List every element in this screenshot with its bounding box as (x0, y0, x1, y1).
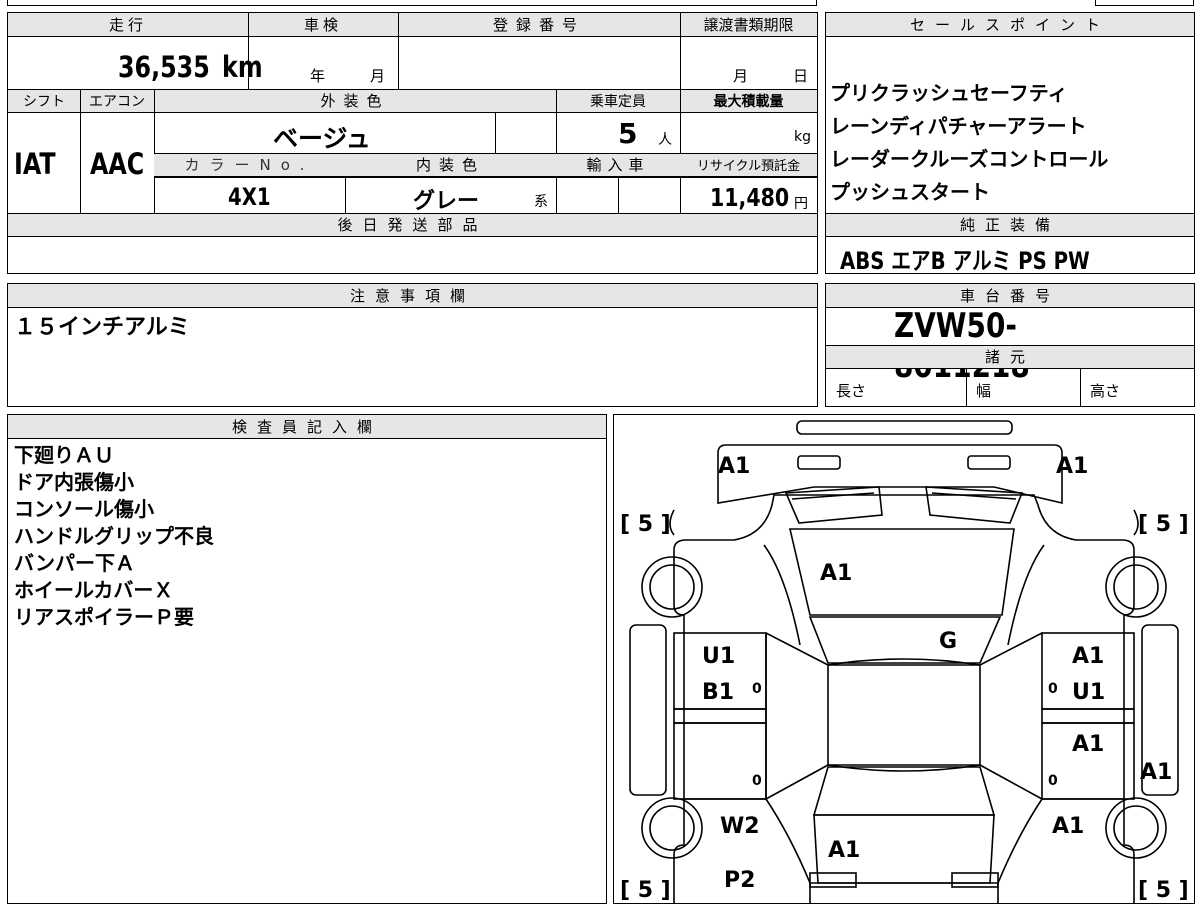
exterior-value: ベージュ (273, 124, 371, 153)
mark-left-front-door-2: B1 (702, 680, 734, 705)
inspector-line: 下廻りＡＵ (14, 443, 114, 467)
tire-bracket-fl: [ 5 ] (620, 512, 671, 537)
spec-width: 幅 (976, 382, 992, 400)
sales-point-item: レーダークルーズコントロール (830, 147, 1109, 171)
sales-point-item: レーンディパチャーアラート (830, 114, 1087, 138)
mark-right-rear: A1 (1052, 814, 1084, 839)
shaken-month: 月 (370, 67, 386, 85)
shaken-header: 車検 (303, 16, 342, 34)
inspector-line: バンパー下Ａ (14, 551, 135, 575)
tire-bracket-rr: [ 5 ] (1138, 878, 1189, 903)
spec-length: 長さ (836, 382, 867, 400)
inspector-line: ホイールカバーＸ (14, 578, 174, 602)
mark-trunk: A1 (828, 838, 860, 863)
color-no-header: カラーNo. (184, 156, 315, 174)
sales-points-box: セールスポイント プリクラッシュセーフティ レーンディパチャーアラート レーダー… (825, 12, 1195, 275)
mark-right-rear-door: A1 (1072, 732, 1104, 757)
inspector-line: ドア内張傷小 (14, 470, 134, 494)
shift-value: IAT (14, 147, 56, 181)
transfer-month: 月 (733, 67, 749, 85)
chassis-header: 車台番号 (959, 287, 1060, 305)
car-diagram: [ 5 ] [ 5 ] [ 5 ] [ 5 ] A1 A1 A1 G U1 B1… (620, 420, 1189, 903)
capacity-value: 5 (618, 117, 638, 150)
import-header: 輸入車 (586, 156, 650, 174)
equipment-items: ABS エアB アルミ PS PW (840, 247, 1090, 275)
notes-text: １５インチアルミ (14, 315, 190, 340)
color-no-value: 4X1 (228, 183, 271, 211)
transfer-day: 日 (793, 67, 809, 85)
mark-zero: 0 (1048, 773, 1058, 789)
capacity-unit: 人 (658, 132, 672, 148)
notes-box: 注意事項欄 １５インチアルミ (7, 283, 818, 407)
sales-points-header: セールスポイント (909, 16, 1110, 34)
mark-left-front-door-1: U1 (702, 644, 735, 669)
mileage-value: 36,535 km (118, 50, 263, 84)
shift-header: シフト (23, 94, 65, 110)
sales-point-item: プッシュスタート (830, 180, 990, 204)
spec-height: 高さ (1090, 382, 1121, 400)
top-strip (0, 0, 1200, 8)
inspector-header: 検査員記入欄 (231, 418, 382, 436)
mark-windshield: G (939, 629, 957, 654)
later-parts-header: 後日発送部品 (337, 216, 488, 234)
mark-right-side: A1 (1140, 760, 1172, 785)
mark-right-front-door-1: A1 (1072, 644, 1104, 669)
registration-header: 登録番号 (492, 16, 585, 34)
mark-right-front-door-2: U1 (1072, 680, 1105, 705)
recycle-value: 11,480 (710, 183, 790, 212)
recycle-unit: 円 (794, 196, 808, 212)
equipment-header: 純正装備 (959, 216, 1060, 234)
interior-header: 内装色 (415, 156, 485, 174)
max-load-unit: kg (794, 129, 811, 145)
mileage-header: 走行 (108, 16, 147, 34)
chassis-box: 車台番号 ZVW50-8011218 諸元 長さ 幅 高さ (825, 283, 1195, 407)
notes-header: 注意事項欄 (349, 287, 475, 305)
mark-zero: 0 (1048, 681, 1058, 697)
vehicle-info-table: 走行 車検 登録番号 譲渡書類期限 36,535 km 年 月 月 日 シフト エ… (7, 12, 818, 274)
interior-suffix: 系 (534, 194, 548, 210)
interior-value: グレー (413, 189, 480, 214)
inspector-line: ハンドルグリップ不良 (14, 524, 214, 548)
sales-point-item: プリクラッシュセーフティ (830, 81, 1068, 105)
mark-left-rear: W2 (720, 814, 760, 839)
inspector-line: コンソール傷小 (14, 497, 154, 521)
mark-front-left: A1 (718, 454, 750, 479)
car-diagram-box: [ 5 ] [ 5 ] [ 5 ] [ 5 ] A1 A1 A1 G U1 B1… (613, 414, 1195, 904)
max-load-header: 最大積載量 (713, 94, 784, 110)
tire-bracket-rl: [ 5 ] (620, 878, 671, 903)
mark-zero: 0 (752, 681, 762, 697)
mark-zero: 0 (752, 773, 762, 789)
tire-bracket-fr: [ 5 ] (1138, 512, 1189, 537)
aircon-header: エアコン (89, 94, 145, 110)
capacity-header: 乗車定員 (590, 94, 646, 110)
mark-front-right: A1 (1056, 454, 1088, 479)
specs-header: 諸元 (984, 348, 1035, 366)
inspector-box: 検査員記入欄 下廻りＡＵ ドア内張傷小 コンソール傷小 ハンドルグリップ不良 バ… (7, 414, 607, 904)
mark-left-rear-2: P2 (724, 868, 755, 893)
exterior-header: 外装色 (320, 92, 390, 110)
recycle-header: リサイクル預託金 (696, 159, 801, 174)
inspector-line: リアスポイラーＰ要 (14, 605, 194, 629)
mark-hood: A1 (820, 561, 852, 586)
transfer-header: 譲渡書類期限 (703, 16, 794, 34)
shaken-year: 年 (310, 67, 326, 85)
aircon-value: AAC (90, 147, 145, 181)
